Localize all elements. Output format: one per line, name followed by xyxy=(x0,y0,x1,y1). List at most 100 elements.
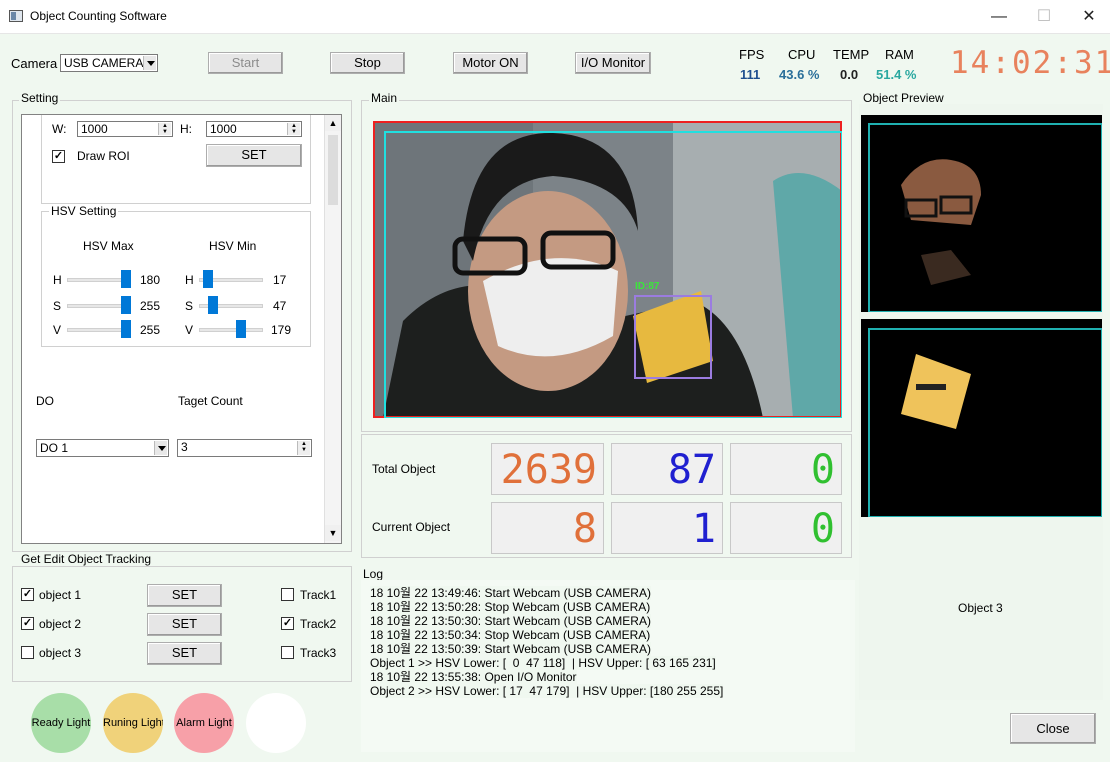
track-1-checkbox[interactable] xyxy=(281,588,294,601)
object-preview-title: Object Preview xyxy=(861,91,946,105)
preview-object-2 xyxy=(861,319,1102,517)
start-button[interactable]: Start xyxy=(208,52,283,74)
h-spinbox[interactable]: 1000 ▲ ▼ xyxy=(206,121,302,137)
stop-button[interactable]: Stop xyxy=(330,52,405,74)
max-s-slider-thumb[interactable] xyxy=(121,296,131,314)
total-counter-2: 87 xyxy=(611,443,723,495)
min-h-slider-thumb[interactable] xyxy=(203,270,213,288)
do-label: DO xyxy=(36,394,54,408)
max-s-value: 255 xyxy=(140,299,161,313)
track-1-label: Track1 xyxy=(300,588,337,602)
io-monitor-button[interactable]: I/O Monitor xyxy=(575,52,651,74)
min-h-value: 17 xyxy=(273,273,287,287)
scroll-thumb[interactable] xyxy=(328,135,338,205)
close-button[interactable]: Close xyxy=(1010,713,1096,744)
preview-object-2-image xyxy=(861,319,1102,517)
max-v-value: 255 xyxy=(140,323,161,337)
chevron-down-icon xyxy=(143,56,156,70)
object-2-checkbox[interactable]: ✓ xyxy=(21,617,34,630)
clock-display: 14:02:31 xyxy=(950,45,1110,81)
object-3-preview-label: Object 3 xyxy=(958,601,1003,615)
close-window-button[interactable]: ✕ xyxy=(1066,0,1110,34)
track-2-checkbox[interactable]: ✓ xyxy=(281,617,294,630)
get-edit-object-title: Get Edit Object Tracking xyxy=(19,552,154,566)
object-1-label: object 1 xyxy=(39,588,82,602)
minimize-button[interactable]: — xyxy=(976,0,1022,34)
app-icon xyxy=(9,10,23,22)
min-s-label: S xyxy=(185,299,194,313)
do-select[interactable]: DO 1 xyxy=(36,439,169,457)
log-title: Log xyxy=(361,567,386,581)
log-line: 18 10월 22 13:50:34: Stop Webcam (USB CAM… xyxy=(370,628,651,642)
maximize-button[interactable]: ☐ xyxy=(1021,0,1067,34)
h-value: 1000 xyxy=(210,122,237,136)
track-2-label: Track2 xyxy=(300,617,337,631)
cpu-value: 43.6 % xyxy=(779,67,820,82)
setting-scrollbar[interactable]: ▲ ▼ xyxy=(324,115,341,543)
max-h-slider-thumb[interactable] xyxy=(121,270,131,288)
temp-value: 0.0 xyxy=(840,67,859,82)
max-h-label: H xyxy=(53,273,62,287)
object-3-set-button[interactable]: SET xyxy=(147,642,222,665)
log-line: Object 2 >> HSV Lower: [ 17 47 179] | HS… xyxy=(370,684,724,698)
camera-select[interactable]: USB CAMERA xyxy=(60,54,158,72)
window-title: Object Counting Software xyxy=(30,9,167,23)
w-spinbox[interactable]: 1000 ▲ ▼ xyxy=(77,121,173,137)
min-v-slider[interactable] xyxy=(199,328,263,332)
min-h-label: H xyxy=(185,273,194,287)
log-line: 18 10월 22 13:55:38: Open I/O Monitor xyxy=(370,670,577,684)
target-count-label: Taget Count xyxy=(178,394,243,408)
object-2-label: object 2 xyxy=(39,617,82,631)
spin-arrows-icon: ▲ ▼ xyxy=(297,441,310,455)
draw-roi-checkbox[interactable]: ✓ xyxy=(52,150,65,163)
object-3-checkbox[interactable] xyxy=(21,646,34,659)
min-v-label: V xyxy=(185,323,194,337)
motor-on-button[interactable]: Motor ON xyxy=(453,52,528,74)
total-object-label: Total Object xyxy=(372,462,436,476)
hsv-max-label: HSV Max xyxy=(83,239,134,253)
log-line: 18 10월 22 13:50:39: Start Webcam (USB CA… xyxy=(370,642,651,656)
camera-label: Camera xyxy=(11,56,58,71)
hsv-min-label: HSV Min xyxy=(209,239,257,253)
hsv-setting-title: HSV Setting xyxy=(49,204,119,218)
target-count-spinbox[interactable]: 3 ▲ ▼ xyxy=(177,439,312,457)
min-v-value: 179 xyxy=(271,323,292,337)
min-v-slider-thumb[interactable] xyxy=(236,320,246,338)
current-object-label: Current Object xyxy=(372,520,451,534)
min-s-slider-thumb[interactable] xyxy=(208,296,218,314)
running-light: Runing Light xyxy=(103,693,163,753)
object-1-set-button[interactable]: SET xyxy=(147,584,222,607)
w-value: 1000 xyxy=(81,122,108,136)
camera-view[interactable]: ID:87 xyxy=(373,121,842,418)
log-panel[interactable]: 18 10월 22 13:49:46: Start Webcam (USB CA… xyxy=(361,580,855,752)
setting-title: Setting xyxy=(19,91,61,105)
setting-scroll-panel: W: 1000 ▲ ▼ H: 1000 ▲ ▼ ✓ Draw ROI SET HSV… xyxy=(21,114,342,544)
do-select-value: DO 1 xyxy=(40,441,69,455)
chevron-down-icon xyxy=(154,441,167,455)
h-label: H: xyxy=(180,122,192,136)
object-1-checkbox[interactable]: ✓ xyxy=(21,588,34,601)
track-3-label: Track3 xyxy=(300,646,337,660)
scroll-down-icon[interactable]: ▼ xyxy=(325,525,341,541)
max-s-label: S xyxy=(53,299,62,313)
alarm-light: Alarm Light xyxy=(174,693,234,753)
max-h-value: 180 xyxy=(140,273,161,287)
current-counter-3: 0 xyxy=(730,502,842,554)
log-line: Object 1 >> HSV Lower: [ 0 47 118] | HSV… xyxy=(370,656,716,670)
off-light xyxy=(246,693,306,753)
temp-label: TEMP xyxy=(833,47,870,62)
track-3-checkbox[interactable] xyxy=(281,646,294,659)
max-v-slider-thumb[interactable] xyxy=(121,320,131,338)
camera-select-value: USB CAMERA xyxy=(64,56,144,70)
log-line: 18 10월 22 13:50:28: Stop Webcam (USB CAM… xyxy=(370,600,651,614)
min-s-value: 47 xyxy=(273,299,287,313)
current-counter-1: 8 xyxy=(491,502,604,554)
max-v-label: V xyxy=(53,323,62,337)
spin-arrows-icon: ▲ ▼ xyxy=(287,123,300,135)
roi-set-button[interactable]: SET xyxy=(206,144,302,167)
cpu-label: CPU xyxy=(788,47,816,62)
log-line: 18 10월 22 13:49:46: Start Webcam (USB CA… xyxy=(370,586,651,600)
scroll-up-icon[interactable]: ▲ xyxy=(325,115,341,131)
object-2-set-button[interactable]: SET xyxy=(147,613,222,636)
fps-label: FPS xyxy=(739,47,765,62)
